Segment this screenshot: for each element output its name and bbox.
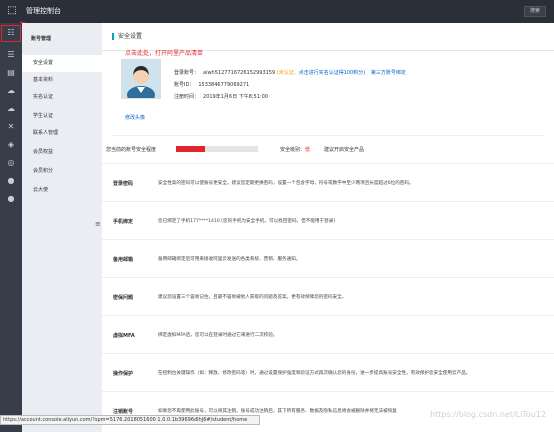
row-name: 备用邮箱	[113, 257, 134, 263]
earth-icon[interactable]: ●	[5, 175, 17, 187]
account-id-row: 账号ID： 1533846779069271	[174, 81, 249, 88]
security-level-label: 您当前的账号安全程度	[106, 147, 157, 153]
row-desc: 在控制台关键操作（如：释放、修改密码等）时，通过设置保护强度和验证方式再次确认您…	[158, 371, 471, 376]
unverified-badge: (未认证，	[276, 70, 299, 76]
row-name: 手机绑定	[113, 219, 134, 225]
subnav-item-contacts[interactable]: 联系人管理	[22, 125, 102, 142]
row-desc: 您已绑定了手机177****1410 [您的手机为安全手机，可以找回密码，但不能…	[158, 219, 336, 224]
circle-icon[interactable]: ●	[5, 193, 17, 205]
row-desc: 安全性高的密码可以使账号更安全。建议您定期更换密码，设置一个包含字母，符号或数字…	[158, 181, 414, 186]
subnav-item-basic-info[interactable]: 基本资料	[22, 72, 102, 89]
verify-link[interactable]: 点击进行实名认证得100积分)	[299, 70, 366, 76]
row-desc: 建议您设置三个容易记住，且最不容易被他人获取的问题及答案，更有效保障您的密码安全…	[158, 295, 347, 300]
register-time-label: 注册时间：	[174, 94, 200, 100]
security-level-text: 安全级别：低	[280, 146, 310, 153]
annotation-text: 点击此处，打开阿里产品清单	[125, 50, 204, 57]
console-title[interactable]: 管理控制台	[26, 6, 61, 17]
cloud-server-icon[interactable]: ▤	[5, 67, 17, 79]
scissors-icon[interactable]: ✕	[5, 121, 17, 133]
upload-icon[interactable]: ☁	[5, 85, 17, 97]
cloud-icon[interactable]: ☁	[5, 103, 17, 115]
account-id-value: 1533846779069271	[198, 82, 250, 88]
security-row-operation-protection: 操作保护 在控制台关键操作（如：释放、修改密码等）时，通过设置保护强度和验证方式…	[102, 353, 554, 391]
row-name: 密保问题	[113, 295, 134, 301]
row-name: 虚拟MFA	[113, 333, 135, 339]
main-content: 安全设置 点击此处，打开阿里产品清单 修改头像 登录账号： aiwh5127716…	[102, 23, 554, 432]
browser-status-url: https://account.console.aliyun.com/?spm=…	[0, 415, 260, 425]
security-row-phone-binding: 手机绑定 您已绑定了手机177****1410 [您的手机为安全手机，可以找回密…	[102, 201, 554, 239]
security-level-prefix: 安全级别：	[280, 147, 306, 153]
divider	[112, 135, 544, 136]
security-level-bar	[176, 146, 258, 152]
security-row-backup-email: 备用邮箱 备用邮箱绑定后可用来接收阿里云发送的各类系统、营销、服务通知。	[102, 239, 554, 277]
console-logo-icon[interactable]: ⬚	[5, 5, 19, 17]
account-id-label: 账号ID：	[174, 82, 195, 88]
icon-rail: ☷ ☰ ▤ ☁ ☁ ✕ ◈ ◎ ● ●	[0, 23, 22, 432]
shield-icon[interactable]: ◈	[5, 139, 17, 151]
login-account-row: 登录账号： aiwh5127716726152993159 (未认证，点击进行实名…	[174, 69, 406, 76]
row-desc: 如果您不再使用此账号，可以将其注销。账号成功注销后，其下所有服务、数据及隐私信息…	[158, 409, 397, 414]
avatar-person-icon	[122, 60, 160, 104]
security-row-login-password: 登录密码 安全性高的密码可以使账号更安全。建议您定期更换密码，设置一个包含字母，…	[102, 163, 554, 201]
row-name: 注销账号	[113, 409, 134, 415]
register-time-value: 2019年1月6日 下午8:51:00	[203, 94, 268, 100]
watermark: https://blog.csdn.net/LiTou12	[430, 410, 546, 419]
edit-avatar-link[interactable]: 修改头像	[125, 114, 145, 121]
row-name: 操作保护	[113, 371, 134, 377]
subnav-item-security[interactable]: 安全设置	[22, 55, 102, 72]
account-subnav: 账号管理 安全设置 基本资料 实名认证 学生认证 联系人管理 会员权益 会员积分…	[22, 23, 102, 432]
register-time-row: 注册时间： 2019年1月6日 下午8:51:00	[174, 93, 268, 100]
subnav-item-realname[interactable]: 实名认证	[22, 89, 102, 106]
row-desc: 备用邮箱绑定后可用来接收阿里云发送的各类系统、营销、服务通知。	[158, 257, 301, 262]
globe-icon[interactable]: ◎	[5, 157, 17, 169]
subnav-item-member-points[interactable]: 会员积分	[22, 163, 102, 180]
third-party-bind-link[interactable]: 第三方账号绑定	[371, 70, 406, 76]
security-row-virtual-mfa: 虚拟MFA 绑定虚拟MFA后，您可以在登录时通过它来进行二次校验。	[102, 315, 554, 353]
page-title: 安全设置	[112, 33, 142, 40]
login-label: 登录账号：	[174, 70, 200, 76]
security-row-security-question: 密保问题 建议您设置三个容易记住，且最不容易被他人获取的问题及答案，更有效保障您…	[102, 277, 554, 315]
subnav-item-student[interactable]: 学生认证	[22, 108, 102, 125]
subnav-item-member-rights[interactable]: 会员权益	[22, 144, 102, 161]
row-name: 登录密码	[113, 181, 134, 187]
login-value: aiwh5127716726152993159	[203, 70, 276, 76]
improve-security-text[interactable]: 建议开启安全产品	[324, 146, 364, 153]
row-desc: 绑定虚拟MFA后，您可以在登录时通过它来进行二次校验。	[158, 333, 278, 338]
search-button[interactable]: 搜索	[524, 6, 546, 17]
security-level-value: 低	[305, 147, 311, 153]
security-level-fill	[176, 146, 205, 152]
avatar[interactable]	[121, 59, 161, 104]
subnav-item-ambassador[interactable]: 云大使	[22, 182, 102, 199]
subnav-title: 账号管理	[31, 36, 52, 42]
